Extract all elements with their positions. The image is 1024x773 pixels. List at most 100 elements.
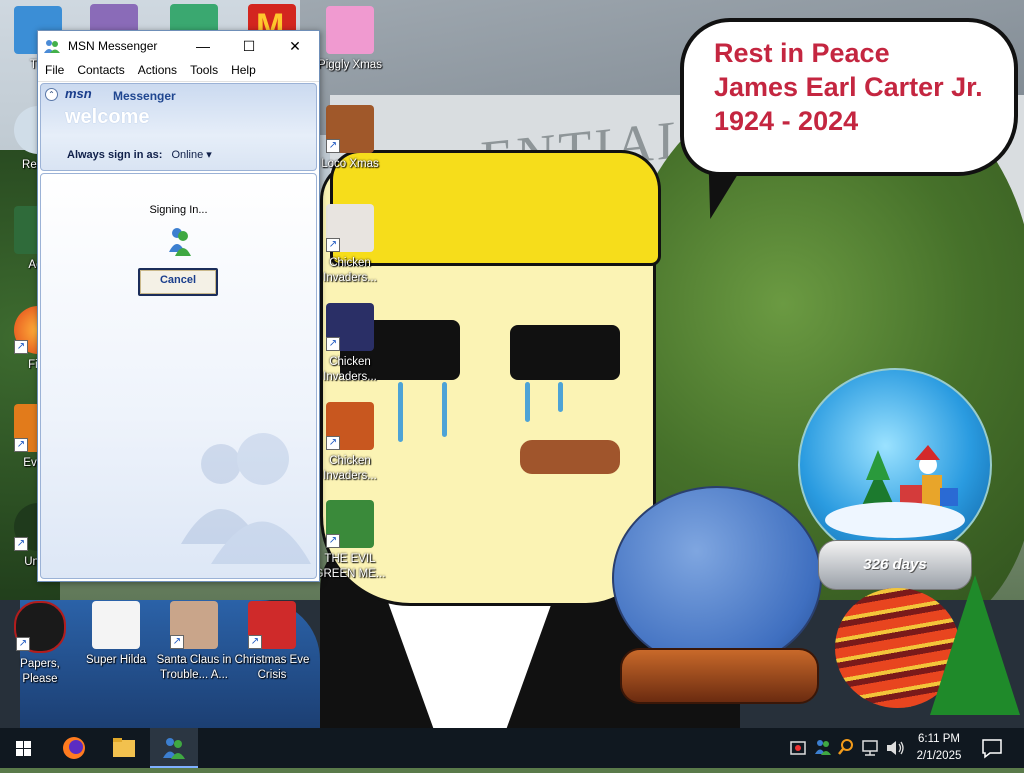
tray-security[interactable] [788,728,808,768]
crystal-ball-base [620,648,819,704]
collapse-chevron-icon[interactable]: ⌃ [45,88,58,101]
desktop-icon-christmas-eve-crisis[interactable]: ↗ Christmas Eve Crisis [234,601,310,683]
desktop-icon-super-hilda[interactable]: Super Hilda [78,601,154,668]
msn-logo: msn [65,86,92,101]
super-hilda-icon [92,601,140,649]
desktop-icon-label: Chicken Invaders... [323,257,377,284]
msn-watermark-icon [181,433,311,564]
taskbar: 6:11 PM 2/1/2025 [0,728,1024,768]
desktop-icon-santa-claus-trouble[interactable]: ↗ Santa Claus in Trouble... A... [156,601,232,683]
taskbar-file-explorer[interactable] [100,728,148,768]
desktop-icon-label: Santa Claus in Trouble... A... [156,654,232,681]
shortcut-arrow-icon: ↗ [248,635,262,649]
shortcut-arrow-icon: ↗ [326,436,340,450]
tray-network[interactable] [860,728,882,768]
menu-file[interactable]: File [38,61,70,77]
shortcut-arrow-icon: ↗ [14,340,28,354]
msn-header-panel: ⌃ msn Messenger welcome Always sign in a… [40,83,317,171]
firefox-icon [63,737,85,759]
msn-tray-icon [815,740,831,755]
desktop-icon-label: Super Hilda [85,654,147,666]
security-icon [790,741,806,755]
shortcut-arrow-icon: ↗ [16,637,30,651]
cartoon-tear [525,382,530,422]
search-tray-icon [838,739,853,755]
tray-msn[interactable] [812,728,834,768]
shortcut-arrow-icon: ↗ [326,337,340,351]
bubble-line-3: 1924 - 2024 [714,106,859,136]
desktop-icon-chicken-invaders-3[interactable]: ↗ Chicken Invaders... [312,402,388,484]
notification-icon [982,739,1002,759]
tray-search[interactable] [836,728,856,768]
desktop-icon-label: THE EVIL GREEN ME... [314,553,386,580]
loco-xmas-icon: ↗ [326,105,374,153]
menu-actions[interactable]: Actions [131,61,183,77]
desktop-icon-label: Chicken Invaders... [323,356,377,383]
desktop-icon-evil-green-me[interactable]: ↗ THE EVIL GREEN ME... [312,500,388,582]
status-dropdown[interactable]: Online ▾ [171,149,211,161]
desktop-icon-loco-xmas[interactable]: ↗ Loco Xmas [312,105,388,172]
network-icon [862,740,878,756]
evil-green-me-icon: ↗ [326,500,374,548]
desktop-icon-label: Piggly Xmas [318,59,382,71]
desktop-icon-label: Christmas Eve Crisis [234,654,310,681]
signin-label: Always sign in as: [67,149,163,161]
desktop-icon-chicken-invaders-2[interactable]: ↗ Chicken Invaders... [312,303,388,385]
desktop-icon-piggly-xmas[interactable]: Piggly Xmas [312,6,388,73]
tray-volume[interactable] [884,728,906,768]
close-button[interactable]: ✕ [272,31,318,61]
file-explorer-icon [113,738,135,757]
snow-globe-widget [798,368,992,562]
bubble-line-1: Rest in Peace [714,38,890,68]
shortcut-arrow-icon: ↗ [14,438,28,452]
cancel-button[interactable]: Cancel [138,268,218,296]
bubble-line-2: James Earl Carter Jr. [714,72,983,102]
signing-in-text: Signing In... [149,204,208,216]
shortcut-arrow-icon: ↗ [326,534,340,548]
countdown-days-label: 326 days [863,556,927,573]
shortcut-arrow-icon: ↗ [326,238,340,252]
signin-status-row: Always sign in as: Online ▾ [67,148,212,161]
cartoon-sunglasses-right [510,325,620,380]
desktop-icon-papers-please[interactable]: ↗ Papers, Please [2,601,78,687]
window-titlebar[interactable]: MSN Messenger — ☐ ✕ [38,31,319,61]
msn-main-panel: Signing In... Cancel [40,173,317,579]
cartoon-cigar [520,440,620,474]
desktop-icon-label: Papers, Please [20,658,60,685]
desktop-icon-chicken-invaders-1[interactable]: ↗ Chicken Invaders... [312,204,388,286]
papers-please-icon: ↗ [14,601,66,653]
christmas-tree-decoration [930,575,1020,715]
taskbar-clock[interactable]: 6:11 PM 2/1/2025 [907,731,971,765]
messenger-brand-label: Messenger [113,89,176,103]
welcome-heading: welcome [65,106,150,128]
taskbar-msn-messenger[interactable] [150,728,198,768]
menu-help[interactable]: Help [224,61,262,77]
speech-bubble: Rest in Peace James Earl Carter Jr. 1924… [680,18,1018,176]
msn-buddy-icon [44,40,60,53]
volume-icon [887,741,904,755]
start-button[interactable] [0,728,48,768]
shortcut-arrow-icon: ↗ [14,537,28,551]
action-center-button[interactable] [980,736,1004,760]
maximize-button[interactable]: ☐ [226,31,272,61]
christmas-eve-crisis-icon: ↗ [248,601,296,649]
clock-time: 6:11 PM [918,733,960,745]
windows-logo-icon [16,741,31,756]
desktop-icon-label: Chicken Invaders... [323,455,377,482]
chicken-invaders-icon: ↗ [326,204,374,252]
snow-globe-scene-icon [825,445,965,538]
menu-contacts[interactable]: Contacts [70,61,130,77]
cartoon-tear [558,382,563,412]
msn-messenger-icon [163,738,185,759]
desktop-icon-label: Loco Xmas [321,158,379,170]
cartoon-tear [398,382,403,442]
chicken-invaders-3-icon: ↗ [326,402,374,450]
menu-bar: File Contacts Actions Tools Help [38,61,319,82]
minimize-button[interactable]: — [180,31,226,61]
shortcut-arrow-icon: ↗ [326,139,340,153]
menu-tools[interactable]: Tools [183,61,224,77]
signing-in-buddy-icon [169,228,191,256]
taskbar-firefox[interactable] [50,728,98,768]
cartoon-tear [442,382,447,437]
dropdown-arrow-icon: ▾ [206,149,212,161]
